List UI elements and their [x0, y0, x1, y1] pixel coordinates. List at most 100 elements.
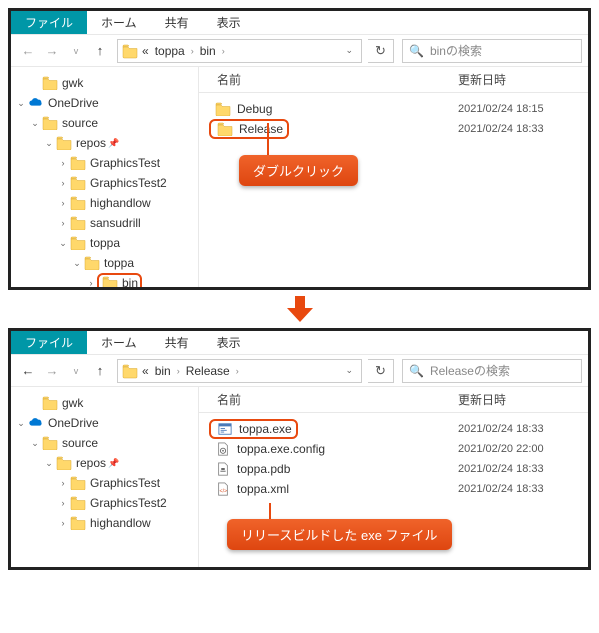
list-item[interactable]: toppa.exe.config2021/02/20 22:00 — [199, 439, 588, 459]
list-item[interactable]: Debug2021/02/24 18:15 — [199, 99, 588, 119]
nav-recent-icon[interactable]: v — [65, 40, 87, 62]
tree-label: OneDrive — [48, 96, 99, 110]
address-segment[interactable]: bin — [198, 44, 218, 58]
expand-icon[interactable]: ⌄ — [57, 238, 69, 249]
expand-icon[interactable]: › — [57, 518, 69, 528]
menu-share[interactable]: 共有 — [151, 331, 203, 354]
menu-share[interactable]: 共有 — [151, 11, 203, 34]
folder-icon — [42, 76, 58, 90]
tree-item[interactable]: ⌄ source — [11, 113, 198, 133]
list-item[interactable]: Release2021/02/24 18:33 — [199, 119, 588, 139]
folder-icon — [84, 256, 100, 270]
menu-home[interactable]: ホーム — [87, 11, 151, 34]
column-name[interactable]: 名前 — [199, 71, 458, 88]
chevron-right-icon[interactable]: › — [189, 46, 196, 56]
expand-icon[interactable]: ⌄ — [29, 118, 41, 129]
tree-item[interactable]: ›sansudrill — [11, 213, 198, 233]
tree-label: source — [62, 116, 98, 130]
search-input[interactable]: 🔍 binの検索 — [402, 39, 582, 63]
tree-label: toppa — [104, 256, 134, 270]
folder-tree[interactable]: gwk⌄OneDrive⌄source⌄repos📌›GraphicsTest›… — [11, 387, 199, 567]
address-bar[interactable]: « bin › Release › ⌄ — [117, 359, 362, 383]
list-item[interactable]: toppa.exe 2021/02/24 18:33 — [199, 419, 588, 439]
expand-icon[interactable]: ⌄ — [29, 438, 41, 449]
folder-icon — [70, 176, 86, 190]
file-date: 2021/02/24 18:33 — [458, 423, 588, 435]
file-date: 2021/02/24 18:15 — [458, 103, 588, 115]
chevron-down-icon[interactable]: ⌄ — [341, 45, 357, 56]
address-segment[interactable]: bin — [153, 364, 173, 378]
tree-item[interactable]: ⌄repos📌 — [11, 453, 198, 473]
tree-item[interactable]: › GraphicsTest2 — [11, 493, 198, 513]
chevron-down-icon[interactable]: ⌄ — [341, 365, 357, 376]
expand-icon[interactable]: › — [57, 498, 69, 508]
callout-double-click: ダブルクリック — [239, 155, 358, 186]
expand-icon[interactable]: › — [57, 158, 69, 168]
file-list: 名前 更新日時 Debug2021/02/24 18:15Release2021… — [199, 67, 588, 287]
tree-item[interactable]: gwk — [11, 73, 198, 93]
chevron-right-icon[interactable]: › — [220, 46, 227, 56]
search-input[interactable]: 🔍 Releaseの検索 — [402, 359, 582, 383]
expand-icon[interactable]: ⌄ — [43, 458, 55, 469]
nav-back-icon[interactable]: ← — [17, 40, 39, 62]
column-name[interactable]: 名前 — [199, 391, 458, 408]
list-item[interactable]: toppa.xml2021/02/24 18:33 — [199, 479, 588, 499]
menu-view[interactable]: 表示 — [203, 331, 255, 354]
chevron-right-icon[interactable]: › — [175, 366, 182, 376]
menu-file[interactable]: ファイル — [11, 331, 87, 354]
tree-item[interactable]: ⌄OneDrive — [11, 413, 198, 433]
column-date[interactable]: 更新日時 — [458, 391, 588, 408]
menu-view[interactable]: 表示 — [203, 11, 255, 34]
menu-file[interactable]: ファイル — [11, 11, 87, 34]
chevron-right-icon[interactable]: › — [234, 366, 241, 376]
explorer-window-1: ファイル ホーム 共有 表示 ← → v ↑ « toppa › bin › ⌄… — [8, 8, 591, 290]
expand-icon[interactable]: ⌄ — [43, 138, 55, 149]
menubar: ファイル ホーム 共有 表示 — [11, 331, 588, 355]
tree-item[interactable]: ›bin — [11, 273, 198, 287]
folder-icon — [42, 116, 58, 130]
tree-item[interactable]: ›highandlow — [11, 193, 198, 213]
address-bar[interactable]: « toppa › bin › ⌄ — [117, 39, 362, 63]
tree-item[interactable]: ⌄repos📌 — [11, 133, 198, 153]
list-item[interactable]: toppa.pdb2021/02/24 18:33 — [199, 459, 588, 479]
folder-icon — [70, 236, 86, 250]
folder-icon — [215, 102, 231, 116]
tree-item[interactable]: ›GraphicsTest2 — [11, 173, 198, 193]
tree-item[interactable]: ⌄ OneDrive — [11, 93, 198, 113]
tree-item[interactable]: ⌄toppa — [11, 233, 198, 253]
column-headers: 名前 更新日時 — [199, 387, 588, 413]
expand-icon[interactable]: ⌄ — [71, 258, 83, 269]
tree-label: source — [62, 436, 98, 450]
file-date: 2021/02/24 18:33 — [458, 483, 588, 495]
tree-item[interactable]: ›highandlow — [11, 513, 198, 533]
folder-tree[interactable]: gwk⌄OneDrive⌄source⌄repos📌›GraphicsTest›… — [11, 67, 199, 287]
nav-back-icon[interactable]: ← — [17, 360, 39, 382]
expand-icon[interactable]: › — [57, 218, 69, 228]
highlight-box: toppa.exe — [209, 419, 298, 439]
folder-icon — [122, 43, 138, 59]
address-segment[interactable]: toppa — [153, 44, 187, 58]
tree-item[interactable]: ⌄ source — [11, 433, 198, 453]
tree-label: GraphicsTest2 — [90, 496, 167, 510]
expand-icon[interactable]: ⌄ — [15, 98, 27, 109]
nav-up-icon[interactable]: ↑ — [89, 360, 111, 382]
onedrive-icon — [28, 96, 44, 110]
expand-icon[interactable]: › — [85, 278, 97, 287]
tree-item[interactable]: ›GraphicsTest — [11, 153, 198, 173]
expand-icon[interactable]: › — [57, 178, 69, 188]
expand-icon[interactable]: › — [57, 478, 69, 488]
explorer-window-2: ファイル ホーム 共有 表示 ← → v ↑ « bin › Release ›… — [8, 328, 591, 570]
tree-item[interactable]: ›GraphicsTest — [11, 473, 198, 493]
file-date: 2021/02/20 22:00 — [458, 443, 588, 455]
refresh-icon[interactable]: ↻ — [368, 39, 394, 63]
nav-recent-icon[interactable]: v — [65, 360, 87, 382]
nav-up-icon[interactable]: ↑ — [89, 40, 111, 62]
expand-icon[interactable]: › — [57, 198, 69, 208]
menu-home[interactable]: ホーム — [87, 331, 151, 354]
refresh-icon[interactable]: ↻ — [368, 359, 394, 383]
expand-icon[interactable]: ⌄ — [15, 418, 27, 429]
address-segment[interactable]: Release — [184, 364, 232, 378]
tree-item[interactable]: ⌄ toppa — [11, 253, 198, 273]
column-date[interactable]: 更新日時 — [458, 71, 588, 88]
tree-item[interactable]: gwk — [11, 393, 198, 413]
